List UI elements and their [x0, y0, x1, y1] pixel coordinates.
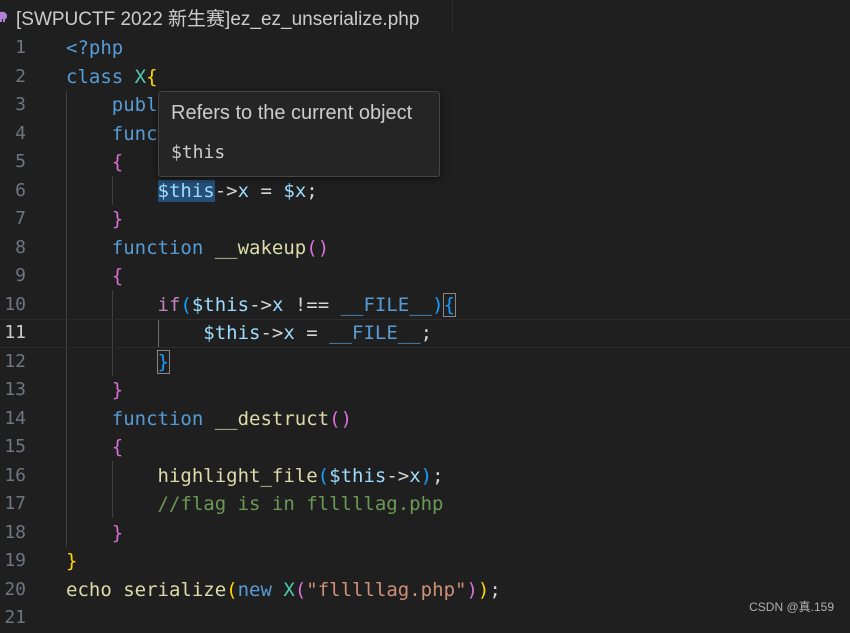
code-text: {	[111, 151, 124, 173]
code-text: publ	[111, 94, 158, 116]
code-text: function __destruct()	[111, 407, 353, 430]
code-text: <?php	[66, 37, 124, 59]
code-text: {	[111, 436, 124, 458]
bracket-match-open: {	[442, 292, 457, 317]
code-text: {	[111, 265, 124, 287]
code-line: 10 if($this->x !== __FILE__){	[0, 291, 850, 320]
line-number: 9	[15, 265, 26, 286]
code-line: 6 $this->x = $x;	[0, 177, 850, 206]
code-line: 21	[0, 604, 850, 633]
code-text: echo serialize(new X("flllllag.php"));	[66, 578, 501, 601]
code-text: }	[111, 208, 124, 230]
code-text: if($this->x !== __FILE__){	[157, 292, 457, 317]
line-number: 17	[4, 493, 26, 514]
code-text: }	[66, 348, 171, 377]
line-number: 16	[4, 464, 26, 486]
code-line: 1 <?php	[0, 34, 850, 63]
tab-title: [SWPUCTF 2022 新生赛]ez_ez_unserialize.php	[16, 8, 420, 30]
watermark: CSDN @真.159	[749, 600, 834, 614]
line-number: 3	[15, 94, 26, 115]
code-text: }	[66, 550, 78, 572]
line-number: 4	[15, 122, 26, 144]
line-number: 5	[15, 151, 26, 172]
line-number: 12	[4, 350, 26, 372]
code-text: $this->x = $x;	[157, 179, 318, 202]
tab-ez-ez-unserialize[interactable]: [SWPUCTF 2022 新生赛]ez_ez_unserialize.php	[0, 0, 453, 34]
tab-bar: [SWPUCTF 2022 新生赛]ez_ez_unserialize.php	[0, 0, 850, 34]
code-line: 18 }	[0, 519, 850, 548]
code-text: }	[111, 521, 124, 544]
hover-tooltip: Refers to the current object $this	[158, 91, 440, 177]
line-number: 7	[15, 208, 26, 229]
code-line: 20 echo serialize(new X("flllllag.php"))…	[0, 576, 850, 605]
code-line: 12 }	[0, 348, 850, 377]
code-line: 17 //flag is in flllllag.php	[0, 490, 850, 519]
code-line: 8 function __wakeup()	[0, 234, 850, 263]
code-line: 19 }	[0, 547, 850, 576]
line-number: 14	[4, 407, 26, 429]
line-number: 13	[4, 379, 26, 400]
line-number: 6	[15, 179, 26, 201]
line-number: 8	[15, 236, 26, 258]
code-text: highlight_file($this->x);	[157, 464, 444, 487]
code-text: }	[111, 379, 124, 401]
line-number: 19	[4, 550, 26, 571]
code-line: 9 {	[0, 262, 850, 291]
line-number: 2	[15, 65, 26, 87]
line-number: 21	[4, 607, 26, 628]
hover-description: Refers to the current object	[171, 102, 413, 124]
this-token-hovered: $this	[157, 179, 215, 202]
php-elephant-icon	[0, 11, 8, 23]
hover-code: $this	[171, 142, 226, 163]
bracket-match-close: }	[156, 349, 171, 374]
code-line: 7 }	[0, 205, 850, 234]
line-number: 1	[15, 37, 26, 58]
line-number: 10	[4, 293, 26, 315]
code-text: $this->x = __FILE__;	[203, 322, 433, 344]
code-text: function __wakeup()	[111, 236, 330, 259]
code-line: 14 function __destruct()	[0, 405, 850, 434]
line-number: 20	[4, 578, 26, 600]
line-number-active: 11	[4, 322, 26, 343]
code-line: 16 highlight_file($this->x);	[0, 462, 850, 491]
code-line: 13 }	[0, 376, 850, 405]
line-number: 15	[4, 436, 26, 457]
code-text: //flag is in flllllag.php	[157, 493, 444, 515]
code-line: 2 class X{	[0, 63, 850, 92]
code-line-current: 11 $this->x = __FILE__;	[0, 319, 850, 348]
code-text: class X{	[66, 65, 158, 88]
code-line: 15 {	[0, 433, 850, 462]
code-text: func	[111, 122, 158, 145]
line-number: 18	[4, 521, 26, 543]
